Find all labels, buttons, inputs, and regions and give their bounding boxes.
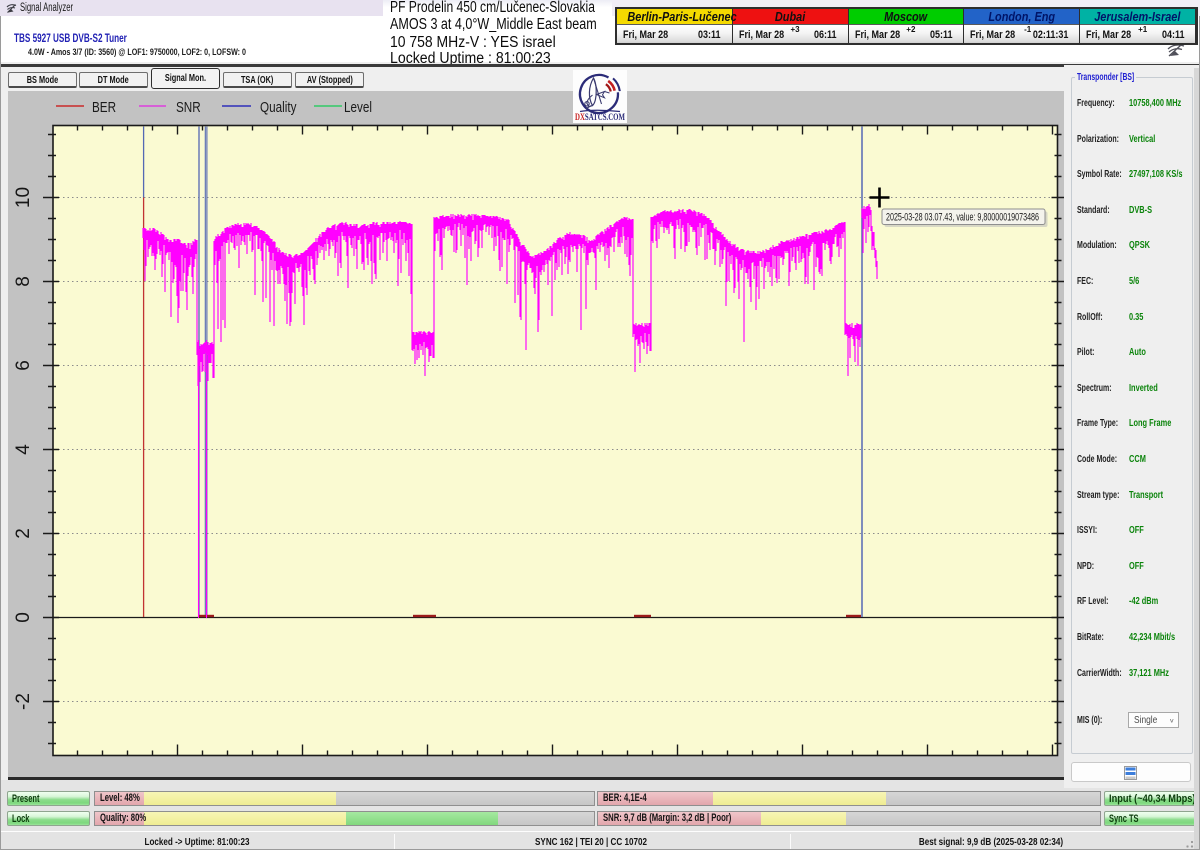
svg-text:4: 4 (13, 444, 34, 455)
svg-text:-2: -2 (13, 693, 34, 710)
svg-text:DXSATCS.COM: DXSATCS.COM (575, 112, 625, 122)
svg-text:2025-03-28 03.07.43, value: 9,: 2025-03-28 03.07.43, value: 9,8000001907… (886, 212, 1039, 224)
svg-text:2: 2 (13, 528, 34, 539)
svg-text:0: 0 (13, 612, 34, 623)
svg-text:6: 6 (13, 360, 34, 371)
svg-text:8: 8 (13, 276, 34, 287)
svg-text:10: 10 (13, 187, 34, 208)
